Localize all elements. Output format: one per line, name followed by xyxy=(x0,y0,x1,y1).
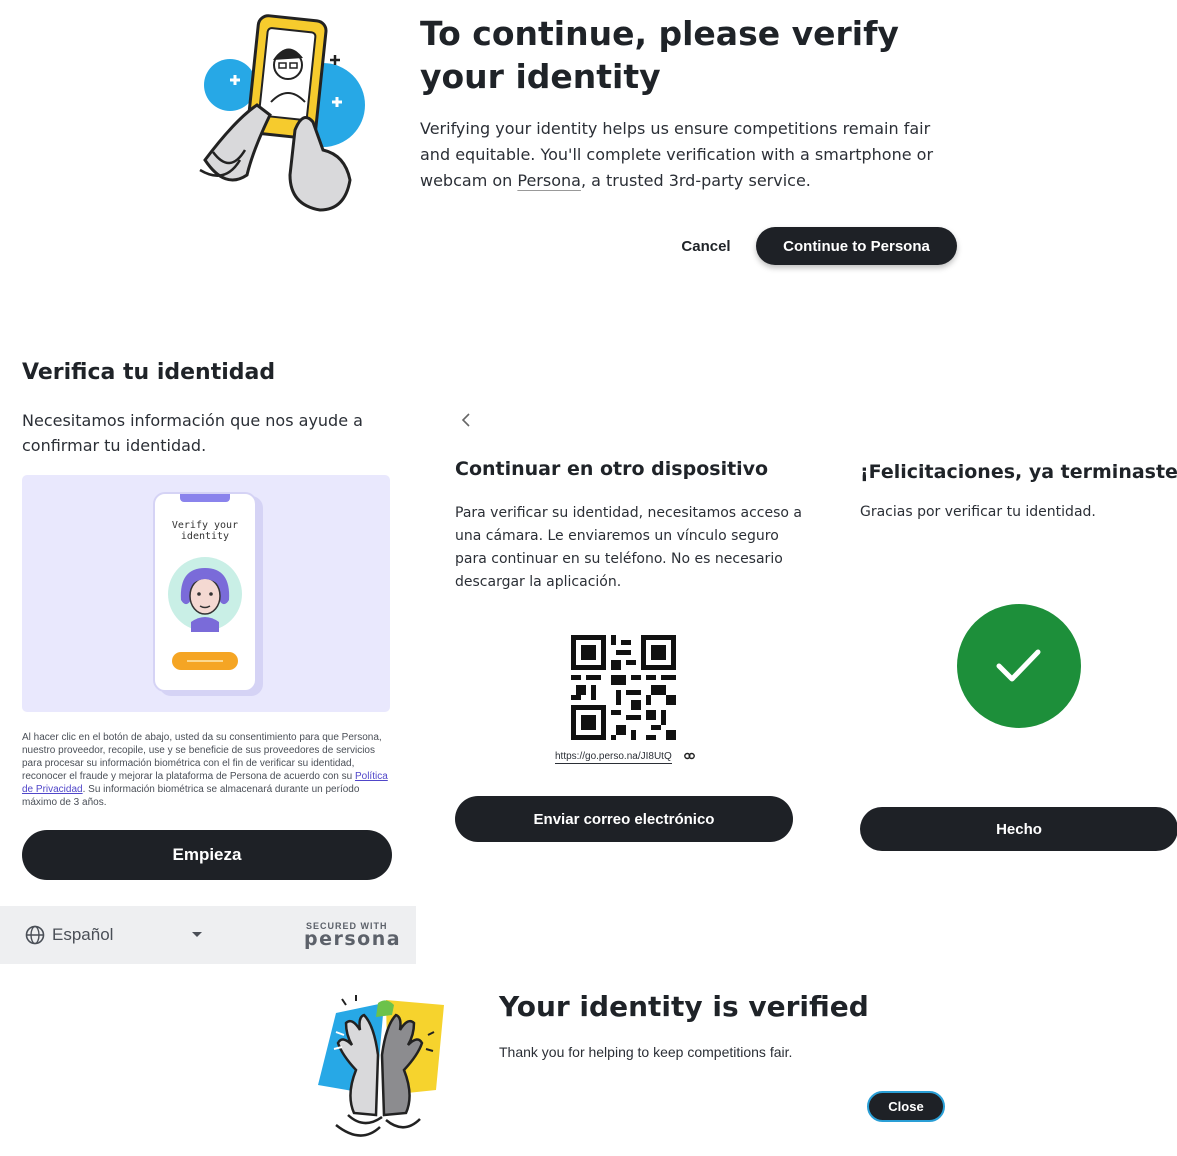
phone-hands-illustration xyxy=(199,14,365,212)
done-button[interactable]: Hecho xyxy=(860,807,1177,851)
globe-icon xyxy=(25,925,45,945)
congrats-title: ¡Felicitaciones, ya terminaste! xyxy=(860,461,1177,483)
persona-link[interactable]: Persona xyxy=(517,171,581,190)
phone-mockup: Verify your identity xyxy=(153,492,257,692)
verify-identity-title: Verifica tu identidad xyxy=(22,360,276,385)
continue-to-persona-button[interactable]: Continue to Persona xyxy=(756,227,957,265)
chevron-left-icon[interactable] xyxy=(460,412,472,428)
congrats-description: Gracias por verificar tu identidad. xyxy=(860,504,1096,520)
other-device-description: Para verificar su identidad, necesitamos… xyxy=(455,505,803,590)
send-email-button[interactable]: Enviar correo electrónico xyxy=(455,796,793,842)
checkmark-icon xyxy=(996,649,1041,682)
identity-verified-title: Your identity is verified xyxy=(499,990,869,1023)
start-button[interactable]: Empieza xyxy=(22,830,392,880)
qr-code xyxy=(571,635,676,740)
secure-link[interactable]: https://go.perso.na/JI8UtQ xyxy=(555,751,672,764)
high-five-illustration xyxy=(318,995,444,1137)
phone-illustration-panel: Verify your identity xyxy=(22,475,390,712)
close-button[interactable]: Close xyxy=(867,1091,945,1122)
caret-down-icon[interactable] xyxy=(191,931,203,939)
phone-text: Verify your identity xyxy=(171,520,239,542)
face-avatar-icon xyxy=(168,557,242,632)
link-icon[interactable] xyxy=(684,752,695,760)
persona-logo: persona xyxy=(304,928,402,950)
verify-identity-subtitle: Necesitamos información que nos ayude a … xyxy=(22,411,363,455)
identity-verified-description: Thank you for helping to keep competitio… xyxy=(499,1044,793,1060)
phone-notch xyxy=(180,494,230,502)
language-select[interactable]: Español xyxy=(52,925,113,945)
phone-button-graphic xyxy=(172,652,238,670)
page-title: To continue, please verify your identity xyxy=(420,14,899,96)
biometric-consent-text: Al hacer clic en el botón de abajo, uste… xyxy=(22,732,388,808)
other-device-title: Continuar en otro dispositivo xyxy=(455,458,769,480)
cancel-button[interactable]: Cancel xyxy=(666,230,746,262)
verification-description: Verifying your identity helps us ensure … xyxy=(420,119,934,190)
